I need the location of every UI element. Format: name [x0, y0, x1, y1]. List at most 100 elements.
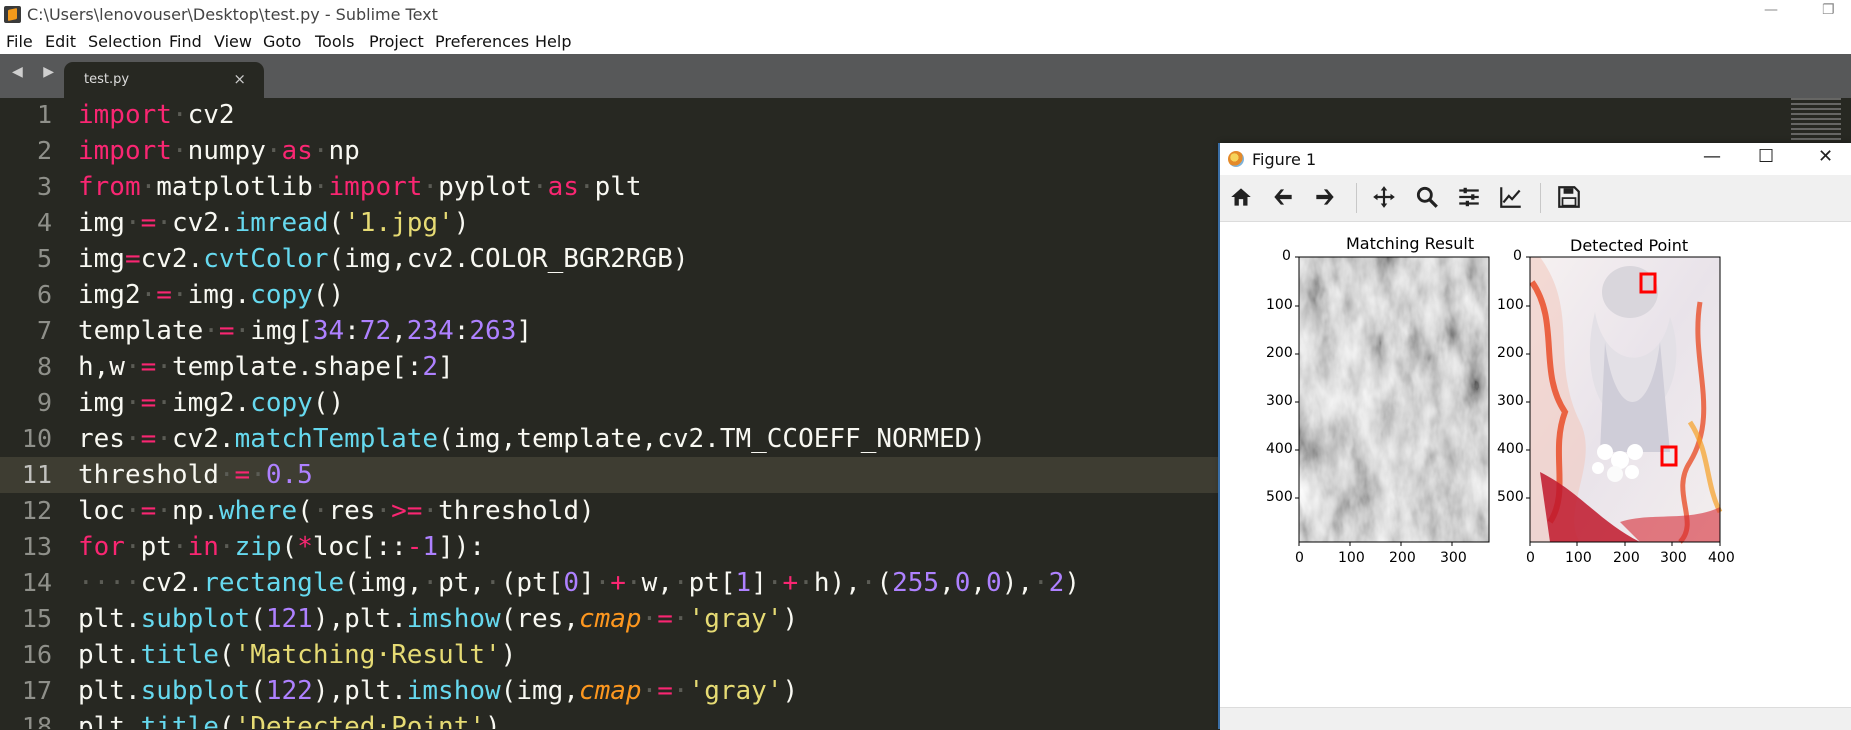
token: (	[250, 676, 266, 706]
menu-view[interactable]: View	[214, 32, 252, 51]
line-number: 10	[21, 424, 52, 453]
minimize-button[interactable]: —	[1764, 2, 1778, 18]
token: ·	[578, 172, 595, 202]
token: =	[140, 208, 157, 238]
edit-axis-icon[interactable]	[1498, 184, 1528, 212]
line-number: 2	[36, 136, 52, 165]
configure-subplots-icon[interactable]	[1456, 184, 1486, 212]
menu-tools[interactable]: Tools	[315, 32, 354, 51]
token: cv2.	[171, 424, 235, 454]
token: ·	[312, 496, 329, 526]
menu-project[interactable]: Project	[369, 32, 424, 51]
menu-edit[interactable]: Edit	[45, 32, 76, 51]
restore-button[interactable]: ❐	[1822, 2, 1835, 18]
matplotlib-icon	[1228, 151, 1244, 167]
forward-icon[interactable]	[1312, 184, 1342, 212]
matching-result-title: Matching Result	[1346, 234, 1475, 253]
token: h),	[813, 568, 861, 598]
token: )	[1064, 568, 1080, 598]
x-tick: 400	[1708, 550, 1735, 566]
token: plt.	[78, 640, 141, 670]
code-text: import·cv2	[78, 98, 235, 133]
token: numpy	[187, 136, 266, 166]
code-text: img·=·img2.copy()	[78, 385, 344, 421]
token: ·	[422, 496, 439, 526]
figure-maximize-button[interactable]: ☐	[1758, 146, 1774, 167]
token: imshow	[406, 676, 501, 706]
line-number: 11	[21, 460, 52, 489]
token: =	[140, 424, 157, 454]
token: ·	[860, 568, 877, 598]
token: (img,	[344, 568, 423, 598]
token: 72	[359, 316, 392, 346]
menu-goto[interactable]: Goto	[263, 32, 301, 51]
code-text: plt.title('Detected·Point')	[78, 709, 501, 729]
menu-selection[interactable]: Selection	[88, 32, 162, 51]
line-number: 14	[21, 568, 52, 597]
token: (pt[	[500, 568, 564, 598]
menu-bar: File Edit Selection Find View Goto Tools…	[0, 30, 1851, 55]
token: ]	[516, 316, 533, 346]
token: subplot	[140, 604, 251, 634]
token: )	[782, 676, 799, 706]
home-icon[interactable]	[1228, 184, 1258, 212]
pan-icon[interactable]	[1371, 184, 1401, 212]
token: =	[657, 604, 673, 634]
line-number: 18	[21, 712, 52, 729]
menu-help[interactable]: Help	[535, 32, 571, 51]
figure-title: Figure 1	[1252, 150, 1317, 169]
save-icon[interactable]	[1556, 184, 1586, 212]
token: title	[140, 712, 219, 729]
token: title	[140, 640, 219, 670]
token: 0	[954, 568, 971, 598]
token: 'Detected·Point'	[234, 712, 486, 729]
token: template.shape[:	[171, 352, 423, 382]
token: ·	[531, 172, 548, 202]
x-tick: 200	[1613, 550, 1640, 566]
token: img[	[250, 316, 313, 346]
token: (	[281, 532, 298, 562]
back-icon[interactable]	[1270, 184, 1300, 212]
token: +	[610, 568, 626, 598]
tab-nav-arrows[interactable]: ◀ ▶	[12, 64, 62, 80]
line-number: 16	[21, 640, 52, 669]
token: plt.	[78, 712, 141, 729]
token: img.	[187, 280, 251, 310]
figure-minimize-button[interactable]: —	[1703, 146, 1721, 167]
tab-close-icon[interactable]: ×	[233, 70, 246, 88]
token: loc	[78, 496, 125, 526]
token: -	[406, 532, 423, 562]
menu-file[interactable]: File	[6, 32, 33, 51]
token: ·	[171, 100, 188, 130]
token: 122	[265, 676, 313, 706]
token: pt	[140, 532, 172, 562]
token: ]):	[438, 532, 486, 562]
token: plt	[594, 172, 642, 202]
menu-find[interactable]: Find	[169, 32, 202, 51]
token: 'gray'	[688, 604, 783, 634]
code-text: img=cv2.cvtColor(img,cv2.COLOR_BGR2RGB)	[78, 241, 689, 277]
token: ·	[124, 208, 141, 238]
token: h,w	[78, 352, 125, 382]
figure-canvas[interactable]: Matching Result 0 100 200 300 0 100 200 …	[1220, 222, 1851, 707]
token: 263	[469, 316, 517, 346]
line-number: 12	[21, 496, 52, 525]
toolbar-separator	[1540, 183, 1541, 213]
tab-test-py[interactable]: test.py ×	[64, 62, 264, 98]
token: res	[328, 496, 376, 526]
token: ····	[78, 568, 141, 598]
x-tick: 100	[1338, 550, 1365, 566]
code-line[interactable]: 1 import·cv2	[0, 98, 1851, 133]
figure-close-button[interactable]: ✕	[1818, 146, 1833, 167]
token: 2	[1048, 568, 1065, 598]
token: ·	[171, 532, 188, 562]
code-text: template·=·img[34:72,234:263]	[78, 313, 532, 349]
token: ·	[156, 352, 172, 382]
token: '1.jpg'	[344, 208, 454, 238]
code-text: for·pt·in·zip(*loc[::-1]):	[78, 529, 485, 565]
token: w,	[641, 568, 673, 598]
code-text: from·matplotlib·import·pyplot·as·plt	[78, 169, 642, 205]
token: =	[140, 352, 157, 382]
zoom-icon[interactable]	[1414, 184, 1444, 212]
menu-preferences[interactable]: Preferences	[435, 32, 529, 51]
